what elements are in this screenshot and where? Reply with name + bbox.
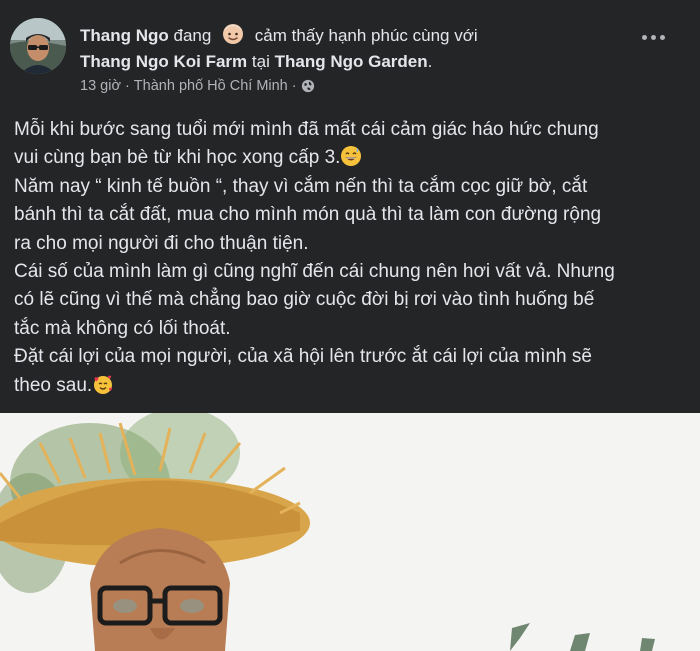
feeling-text: cảm thấy hạnh phúc cùng với [254, 26, 478, 45]
post-line: có lẽ cũng vì thế mà chẳng bao giờ cuộc … [14, 289, 595, 311]
post-line: ra cho mọi người đi cho thuận tiện. [14, 232, 309, 254]
post-line: vui cùng bạn bè từ khi học xong cấp 3. [14, 147, 341, 169]
post-headline: Thang Ngo đang cảm thấy hạnh phúc cùng v… [80, 20, 640, 75]
avatar[interactable] [10, 18, 66, 74]
post-line: Năm nay “ kinh tế buồn “, thay vì cắm nế… [14, 175, 588, 197]
post-line: Mỗi khi bước sang tuổi mới mình đã mất c… [14, 119, 599, 140]
meta-separator: · [124, 78, 130, 94]
post-photo[interactable] [0, 413, 700, 651]
meta-separator-2: · [291, 78, 297, 94]
author-name[interactable]: Thang Ngo [80, 26, 169, 45]
location-link[interactable]: Thang Ngo Garden [275, 52, 428, 71]
tagged-page-link[interactable]: Thang Ngo Koi Farm [80, 52, 247, 71]
post-line-with-emoji: theo sau. [14, 372, 690, 400]
post-header: Thang Ngo đang cảm thấy hạnh phúc cùng v… [0, 0, 700, 105]
status-word: đang [173, 26, 212, 45]
post-meta: 13 giờ · Thành phố Hồ Chí Minh · [80, 78, 315, 94]
globe-icon[interactable] [301, 79, 315, 93]
smiling-hearts-emoji-icon [92, 373, 114, 395]
post-card: Thang Ngo đang cảm thấy hạnh phúc cùng v… [0, 0, 700, 651]
more-options-icon[interactable] [638, 22, 668, 52]
happy-face-icon [220, 20, 246, 46]
post-line: Cái số của mình làm gì cũng nghĩ đến cái… [14, 261, 615, 283]
post-line: theo sau. [14, 374, 93, 396]
post-line-with-emoji: vui cùng bạn bè từ khi học xong cấp 3. [14, 144, 690, 172]
post-text: Mỗi khi bước sang tuổi mới mình đã mất c… [14, 116, 690, 400]
post-line: Đặt cái lợi của mọi người, của xã hội lê… [14, 346, 592, 368]
post-time[interactable]: 13 giờ [80, 78, 121, 94]
location-prep: tại [251, 52, 270, 71]
grinning-sweat-emoji-icon [340, 145, 362, 167]
location-end: . [427, 52, 433, 71]
post-city[interactable]: Thành phố Hồ Chí Minh [134, 78, 288, 94]
post-line: tắc mà không có lối thoát. [14, 317, 231, 339]
post-line: bánh thì ta cắt đất, mua cho mình món qu… [14, 204, 602, 226]
